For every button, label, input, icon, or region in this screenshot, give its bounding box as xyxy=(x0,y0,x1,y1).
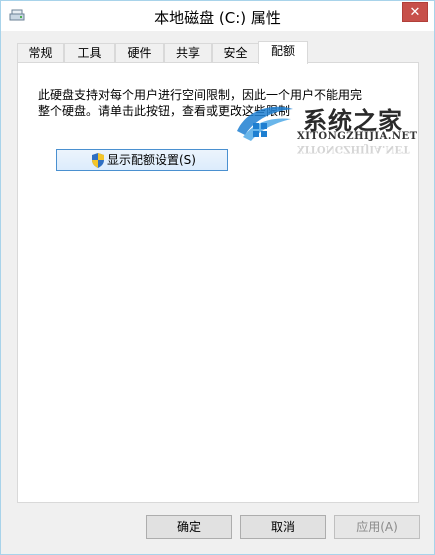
show-quota-settings-label: 显示配额设置(S) xyxy=(107,153,196,167)
ok-button[interactable]: 确定 xyxy=(146,515,232,539)
uac-shield-icon xyxy=(92,153,104,168)
site-watermark: 系统之家 XITONGZHIJIA.NET XITONGZHIJIA.NET xyxy=(233,101,433,154)
title-bar[interactable]: 本地磁盘 (C:) 属性 ✕ xyxy=(1,1,434,31)
tab-tools[interactable]: 工具 xyxy=(64,43,115,63)
close-button[interactable]: ✕ xyxy=(402,2,428,22)
properties-dialog: 本地磁盘 (C:) 属性 ✕ 常规 工具 硬件 共享 安全 配额 此硬盘支持对每… xyxy=(0,0,435,555)
tab-sharing[interactable]: 共享 xyxy=(164,43,212,63)
watermark-logo-icon xyxy=(237,106,293,141)
tab-security[interactable]: 安全 xyxy=(212,43,259,63)
tab-general[interactable]: 常规 xyxy=(17,43,64,63)
tab-hardware[interactable]: 硬件 xyxy=(115,43,164,63)
show-quota-settings-button[interactable]: 显示配额设置(S) xyxy=(56,149,228,171)
cancel-button[interactable]: 取消 xyxy=(240,515,326,539)
apply-button[interactable]: 应用(A) xyxy=(334,515,420,539)
window-title: 本地磁盘 (C:) 属性 xyxy=(154,9,281,27)
watermark-en-text: XITONGZHIJIA.NET xyxy=(297,131,418,142)
tab-quota[interactable]: 配额 xyxy=(258,41,308,64)
watermark-en-reflection: XITONGZHIJIA.NET xyxy=(297,143,410,154)
